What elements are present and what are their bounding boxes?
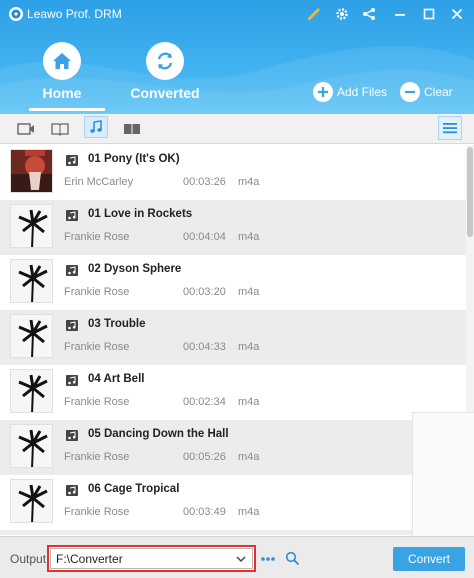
gear-icon[interactable] [334,6,350,22]
add-files-label: Add Files [337,85,388,99]
album-art [10,149,53,193]
list-item[interactable]: 05 Dancing Down the Hall Frankie Rose 00… [0,420,466,475]
music-note-icon [66,430,78,441]
output-path-select[interactable]: F:\Converter [50,548,253,569]
list-item[interactable]: 04 Art Bell Frankie Rose 00:02:34 m4a [0,365,466,420]
album-art [10,479,53,523]
song-artist: Frankie Rose [64,231,130,243]
song-artist: Frankie Rose [64,286,130,298]
music-note-icon [66,320,78,331]
maximize-icon[interactable] [421,6,437,22]
song-format: m4a [238,341,260,353]
song-title: 01 Love in Rockets [88,208,193,220]
album-art [10,314,53,358]
home-icon [43,42,81,80]
floating-panel [412,412,474,536]
tab-converted-label: Converted [130,85,200,101]
song-title: 05 Dancing Down the Hall [88,428,229,440]
minimize-icon[interactable] [392,6,408,22]
song-title: 01 Pony (It's OK) [88,153,180,165]
tab-converted[interactable]: Converted [110,42,220,112]
song-artist: Frankie Rose [64,396,130,408]
clear-button[interactable]: Clear [400,81,453,103]
album-art [10,424,53,468]
song-duration: 00:03:20 [183,286,226,298]
song-title: 06 Cage Tropical [88,483,180,495]
song-duration: 00:04:04 [183,231,226,243]
list-item[interactable]: 01 Love in Rockets Frankie Rose 00:04:04… [0,200,466,255]
convert-button[interactable]: Convert [393,547,465,571]
music-icon[interactable] [84,116,108,138]
output-label: Output [10,552,47,566]
share-icon[interactable] [361,6,377,22]
song-artist: Frankie Rose [64,451,130,463]
scrollbar-thumb[interactable] [467,147,473,237]
song-format: m4a [238,286,260,298]
list-menu-button[interactable] [438,116,462,140]
list-item-partial[interactable] [0,530,466,535]
music-note-icon [66,265,78,276]
list-item[interactable]: 06 Cage Tropical Frankie Rose 00:03:49 m… [0,475,466,530]
more-options-button[interactable] [259,551,277,567]
album-art [10,369,53,413]
song-artist: Frankie Rose [64,506,130,518]
plus-icon [313,82,333,102]
minus-icon [400,82,420,102]
clear-label: Clear [424,85,453,99]
song-duration: 00:03:49 [183,506,226,518]
converted-icon [146,42,184,80]
song-format: m4a [238,231,260,243]
video-icon[interactable] [14,118,38,140]
app-title: Leawo Prof. DRM [27,7,122,21]
tab-home[interactable]: Home [7,42,117,112]
album-art [10,259,53,303]
list-item[interactable]: 02 Dyson Sphere Frankie Rose 00:03:20 m4… [0,255,466,310]
song-title: 04 Art Bell [88,373,145,385]
song-format: m4a [238,451,260,463]
song-format: m4a [238,176,260,188]
list-item[interactable]: 01 Pony (It's OK) Erin McCarley 00:03:26… [0,145,466,200]
music-note-icon [66,155,78,166]
song-duration: 00:04:33 [183,341,226,353]
ebook-icon[interactable] [48,118,72,140]
tab-home-label: Home [42,85,82,101]
audiobook-icon[interactable] [120,118,144,140]
song-format: m4a [238,506,260,518]
song-duration: 00:05:26 [183,451,226,463]
song-artist: Frankie Rose [64,341,130,353]
open-folder-button[interactable] [283,549,301,567]
music-note-icon [66,485,78,496]
song-duration: 00:03:26 [183,176,226,188]
add-files-button[interactable]: Add Files [313,81,387,103]
song-list: 01 Pony (It's OK) Erin McCarley 00:03:26… [0,145,466,535]
song-title: 03 Trouble [88,318,146,330]
chevron-down-icon [236,556,246,563]
song-duration: 00:02:34 [183,396,226,408]
album-art [10,204,53,248]
brush-icon[interactable] [306,6,322,22]
list-item[interactable]: 03 Trouble Frankie Rose 00:04:33 m4a [0,310,466,365]
close-icon[interactable] [449,6,465,22]
output-path-value: F:\Converter [56,552,123,566]
song-format: m4a [238,396,260,408]
app-logo-icon [9,7,23,21]
search-icon [285,551,299,565]
active-tab-indicator [29,108,105,111]
more-icon [261,557,275,561]
song-artist: Erin McCarley [64,176,134,188]
music-note-icon [66,210,78,221]
song-title: 02 Dyson Sphere [88,263,182,275]
music-note-icon [66,375,78,386]
